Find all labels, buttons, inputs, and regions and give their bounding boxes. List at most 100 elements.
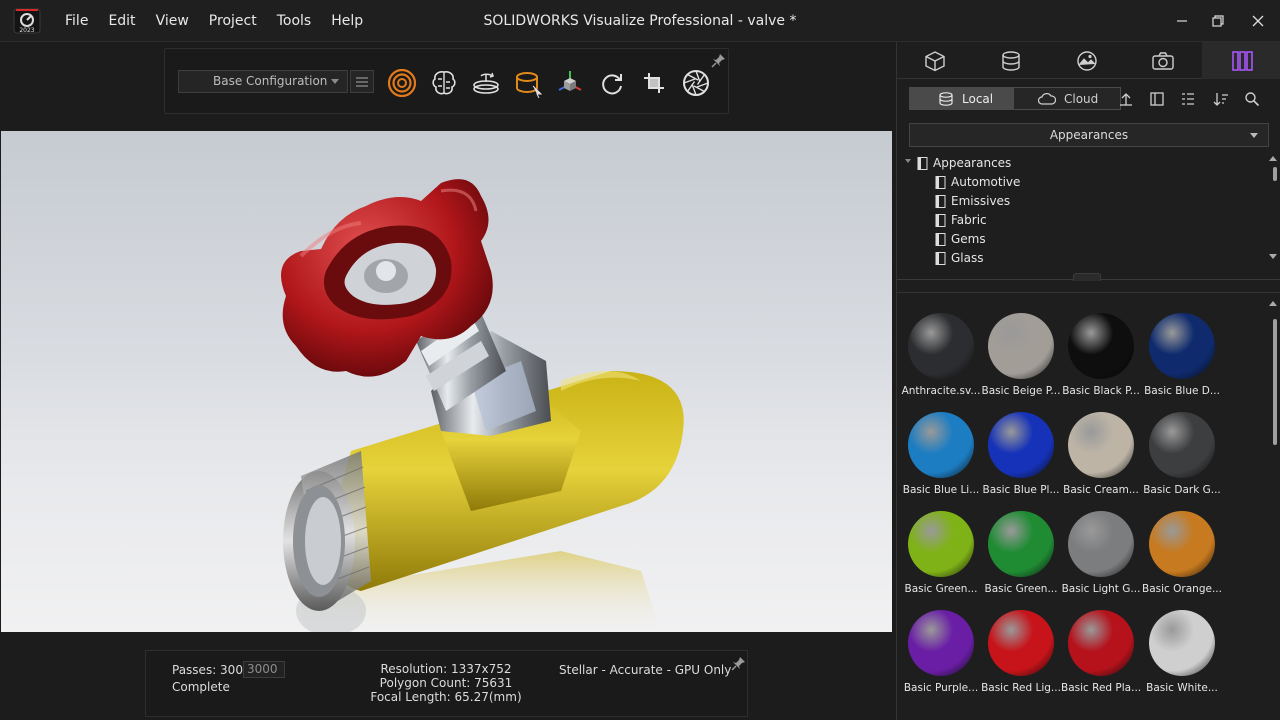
appearance-swatch[interactable]: Basic Blue D...: [1142, 313, 1222, 409]
grid-scrollbar-thumb[interactable]: [1273, 319, 1277, 445]
database-icon[interactable]: [973, 42, 1049, 79]
material-sphere: [1068, 412, 1134, 478]
swatch-label: Basic Beige P...: [981, 385, 1061, 397]
swatch-label: Basic Orange...: [1142, 583, 1222, 595]
splitter-handle[interactable]: [1073, 273, 1101, 281]
aperture-icon[interactable]: [680, 67, 712, 99]
menu-edit[interactable]: Edit: [98, 0, 145, 42]
transform-axes-icon[interactable]: [554, 67, 586, 99]
scroll-up-icon[interactable]: [1269, 301, 1277, 306]
visualize-logo-icon[interactable]: 2023: [12, 6, 42, 36]
local-source-button[interactable]: Local: [909, 87, 1013, 110]
swatch-label: Basic Black P...: [1062, 385, 1140, 397]
render-viewport[interactable]: [1, 131, 892, 632]
panel-splitter[interactable]: [897, 273, 1280, 287]
appearance-swatch[interactable]: Basic Blue Pl...: [981, 412, 1061, 508]
chevron-down-icon: [331, 79, 339, 84]
swatch-label: Basic White...: [1146, 682, 1218, 694]
menu-view[interactable]: View: [146, 0, 199, 42]
refresh-icon[interactable]: [596, 67, 628, 99]
swatch-label: Basic Red Lig...: [981, 682, 1061, 694]
tree-item-label: Emissives: [951, 194, 1011, 208]
menu-file[interactable]: File: [55, 0, 98, 42]
passes-input[interactable]: 3000: [243, 661, 285, 678]
pin-icon[interactable]: [731, 655, 747, 671]
upload-icon[interactable]: [1115, 88, 1137, 110]
appearance-swatch[interactable]: Anthracite.sv...: [901, 313, 981, 409]
appearance-grid: Anthracite.sv... Basic Beige P... Basic Bl…: [897, 292, 1280, 720]
appearance-swatch[interactable]: Basic Beige P...: [981, 313, 1061, 409]
menu-project[interactable]: Project: [199, 0, 267, 42]
list-details-icon[interactable]: [1177, 88, 1199, 110]
cloud-source-button[interactable]: Cloud: [1013, 87, 1121, 110]
turntable-icon[interactable]: [470, 67, 502, 99]
folder-icon: [935, 175, 946, 189]
sort-icon[interactable]: [1210, 88, 1232, 110]
viewport-area: Base Configuration Passes: 3000 / 3000 C…: [0, 42, 896, 720]
menu-tools[interactable]: Tools: [267, 0, 322, 42]
scroll-down-icon[interactable]: [1269, 254, 1277, 259]
appearance-swatch[interactable]: Basic Red Pla...: [1061, 610, 1141, 706]
database-icon: [939, 91, 953, 106]
camera-icon[interactable]: [1125, 42, 1201, 79]
tree-item-gems[interactable]: Gems: [935, 230, 986, 248]
split-view-icon[interactable]: [1146, 88, 1168, 110]
appearance-swatch[interactable]: Basic Orange...: [1142, 511, 1222, 607]
appearance-tree: Appearances Automotive Emissives Fabric …: [897, 153, 1280, 271]
tree-item-label: Gems: [951, 232, 986, 246]
appearance-swatch[interactable]: Basic Dark G...: [1142, 412, 1222, 508]
local-label: Local: [962, 91, 994, 106]
material-sphere: [908, 610, 974, 676]
palette-panel: Local Cloud Appearances Appearances Auto…: [896, 42, 1280, 720]
tree-item-glass[interactable]: Glass: [935, 249, 984, 267]
restore-button[interactable]: [1198, 0, 1238, 42]
tree-scrollbar-thumb[interactable]: [1273, 167, 1277, 181]
minimize-button[interactable]: [1162, 0, 1202, 42]
models-cube-icon[interactable]: [897, 42, 973, 79]
search-icon[interactable]: [1241, 88, 1263, 110]
appearance-swatch[interactable]: Basic Red Lig...: [981, 610, 1061, 706]
close-button[interactable]: [1238, 0, 1278, 42]
configuration-select[interactable]: Base Configuration: [178, 70, 348, 93]
tree-item-fabric[interactable]: Fabric: [935, 211, 987, 229]
material-sphere: [1149, 610, 1215, 676]
chevron-down-icon: [1250, 133, 1258, 138]
material-sphere: [1068, 313, 1134, 379]
tree-item-automotive[interactable]: Automotive: [935, 173, 1020, 191]
environment-icon[interactable]: [1049, 42, 1125, 79]
scroll-up-icon[interactable]: [1269, 156, 1277, 161]
crop-icon[interactable]: [638, 67, 670, 99]
folder-icon: [935, 251, 946, 265]
folder-icon: [917, 156, 928, 170]
material-sphere: [908, 412, 974, 478]
appearance-swatch[interactable]: Basic Blue Li...: [901, 412, 981, 508]
tree-item-appearances[interactable]: Appearances: [917, 154, 1011, 172]
swatch-label: Basic Green...: [984, 583, 1058, 595]
material-sphere: [908, 511, 974, 577]
material-sphere: [988, 412, 1054, 478]
material-sphere: [908, 313, 974, 379]
configuration-list-button[interactable]: [350, 70, 374, 93]
tree-expand-icon[interactable]: [905, 159, 911, 163]
appearance-swatch[interactable]: Basic Purple...: [901, 610, 981, 706]
material-sphere: [1068, 610, 1134, 676]
pin-icon[interactable]: [711, 52, 727, 68]
swatch-label: Anthracite.sv...: [901, 385, 981, 397]
library-dropdown[interactable]: Appearances: [909, 123, 1269, 147]
appearance-swatch[interactable]: Basic White...: [1142, 610, 1222, 706]
target-icon[interactable]: [386, 67, 418, 99]
appearance-bucket-icon[interactable]: [512, 67, 544, 99]
menu-help[interactable]: Help: [321, 0, 373, 42]
swatch-label: Basic Purple...: [903, 682, 979, 694]
brain-icon[interactable]: [428, 67, 460, 99]
appearance-swatch[interactable]: Basic Green...: [901, 511, 981, 607]
swatch-label: Basic Green...: [904, 583, 978, 595]
appearance-swatch[interactable]: Basic Green...: [981, 511, 1061, 607]
appearance-swatch[interactable]: Basic Black P...: [1061, 313, 1141, 409]
tree-item-emissives[interactable]: Emissives: [935, 192, 1010, 210]
libraries-icon[interactable]: [1202, 42, 1280, 79]
panel-tabs: [897, 42, 1280, 79]
appearance-swatch[interactable]: Basic Light G...: [1061, 511, 1141, 607]
appearance-swatch[interactable]: Basic Cream...: [1061, 412, 1141, 508]
tree-item-label: Automotive: [951, 175, 1021, 189]
